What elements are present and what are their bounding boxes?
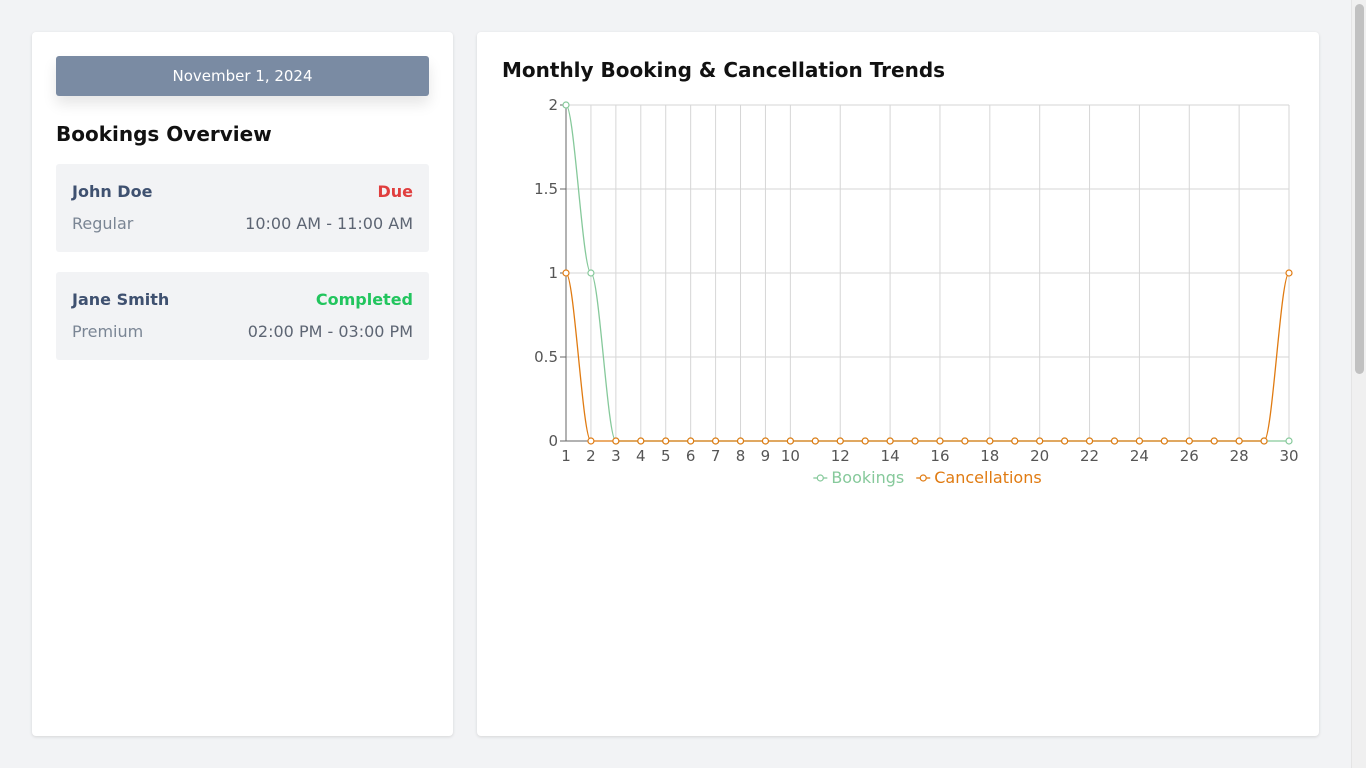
- data-point-cancellations: [1185, 437, 1193, 445]
- data-point-cancellations: [986, 437, 994, 445]
- data-point-cancellations: [1061, 437, 1069, 445]
- trend-line-chart: 1 2 3 4 5 6 7 8 9 10 12 14 16 18 20 22 24 26 28 3000.511.52…: [534, 96, 1298, 487]
- x-tick-label: 2: [586, 447, 596, 465]
- x-tick-label: 1: [561, 447, 571, 465]
- booking-card[interactable]: John Doe Due Regular 10:00 AM - 11:00 AM: [56, 164, 429, 252]
- data-point-cancellations: [711, 437, 720, 445]
- page-scrollbar[interactable]: [1351, 0, 1366, 768]
- x-tick-label: 8: [736, 447, 746, 465]
- chart-panel: Monthly Booking & Cancellation Trends 12…: [477, 32, 1319, 736]
- x-tick-label: 18: [980, 447, 999, 465]
- data-point-bookings: [587, 269, 595, 277]
- x-tick-label: 30: [1279, 447, 1298, 465]
- data-point-cancellations: [1285, 269, 1293, 277]
- data-point-cancellations: [936, 437, 944, 445]
- date-selector-button[interactable]: November 1, 2024: [56, 56, 429, 96]
- data-point-bookings: [562, 101, 570, 109]
- data-point-cancellations: [1235, 437, 1243, 445]
- data-point-cancellations: [612, 437, 620, 445]
- y-tick-label: 0: [548, 432, 558, 450]
- chart-legend: Bookings Cancellations: [813, 468, 1042, 487]
- x-tick-label: 10: [781, 447, 800, 465]
- data-point-bookings: [1285, 437, 1293, 445]
- data-point-cancellations: [1135, 437, 1144, 445]
- scrollbar-thumb[interactable]: [1355, 4, 1364, 374]
- data-point-cancellations: [811, 437, 819, 445]
- booking-status-badge: Due: [377, 182, 413, 201]
- legend-marker-icon: [816, 474, 824, 482]
- booking-status-badge: Completed: [315, 290, 413, 309]
- data-point-cancellations: [736, 437, 745, 445]
- booking-customer-name: Jane Smith: [72, 290, 170, 309]
- x-tick-label: 9: [761, 447, 771, 465]
- x-tick-label: 6: [686, 447, 696, 465]
- x-tick-label: 7: [711, 447, 721, 465]
- legend-label: Cancellations: [934, 468, 1041, 487]
- x-tick-label: 3: [611, 447, 621, 465]
- x-tick-label: 5: [661, 447, 671, 465]
- data-point-cancellations: [637, 437, 645, 445]
- data-point-cancellations: [1210, 437, 1218, 445]
- x-tick-label: 24: [1130, 447, 1149, 465]
- booking-plan: Regular: [72, 214, 134, 233]
- data-point-cancellations: [662, 437, 670, 445]
- data-point-cancellations: [1160, 437, 1168, 445]
- booking-card[interactable]: Jane Smith Completed Premium 02:00 PM - …: [56, 272, 429, 360]
- data-point-cancellations: [786, 437, 794, 445]
- legend-marker-icon: [919, 474, 927, 482]
- booking-time: 10:00 AM - 11:00 AM: [245, 214, 413, 233]
- x-tick-label: 26: [1180, 447, 1199, 465]
- data-point-cancellations: [836, 437, 844, 445]
- x-tick-label: 14: [881, 447, 900, 465]
- x-tick-label: 12: [831, 447, 850, 465]
- booking-time: 02:00 PM - 03:00 PM: [247, 322, 413, 341]
- y-tick-label: 1.5: [534, 180, 558, 198]
- y-tick-label: 2: [548, 96, 558, 114]
- y-tick-label: 0.5: [534, 348, 558, 366]
- x-tick-label: 16: [930, 447, 949, 465]
- data-point-cancellations: [1036, 437, 1044, 445]
- x-tick-label: 22: [1080, 447, 1099, 465]
- booking-plan: Premium: [72, 322, 144, 341]
- bookings-overview-title: Bookings Overview: [56, 122, 272, 146]
- data-point-cancellations: [1110, 437, 1119, 445]
- data-point-cancellations: [886, 437, 894, 445]
- x-tick-label: 20: [1030, 447, 1049, 465]
- data-point-cancellations: [562, 269, 570, 277]
- data-point-cancellations: [587, 437, 595, 445]
- data-point-cancellations: [861, 437, 869, 445]
- x-tick-label: 28: [1230, 447, 1249, 465]
- data-point-cancellations: [687, 437, 695, 445]
- data-point-cancellations: [1260, 437, 1268, 445]
- x-tick-label: 4: [636, 447, 646, 465]
- data-point-cancellations: [1085, 437, 1094, 445]
- booking-customer-name: John Doe: [72, 182, 153, 201]
- data-point-cancellations: [761, 437, 770, 445]
- data-point-cancellations: [911, 437, 919, 445]
- data-point-cancellations: [1011, 437, 1019, 445]
- bookings-panel: November 1, 2024 Bookings Overview John …: [32, 32, 453, 736]
- y-tick-label: 1: [548, 264, 558, 282]
- legend-label: Bookings: [831, 468, 904, 487]
- data-point-cancellations: [961, 437, 969, 445]
